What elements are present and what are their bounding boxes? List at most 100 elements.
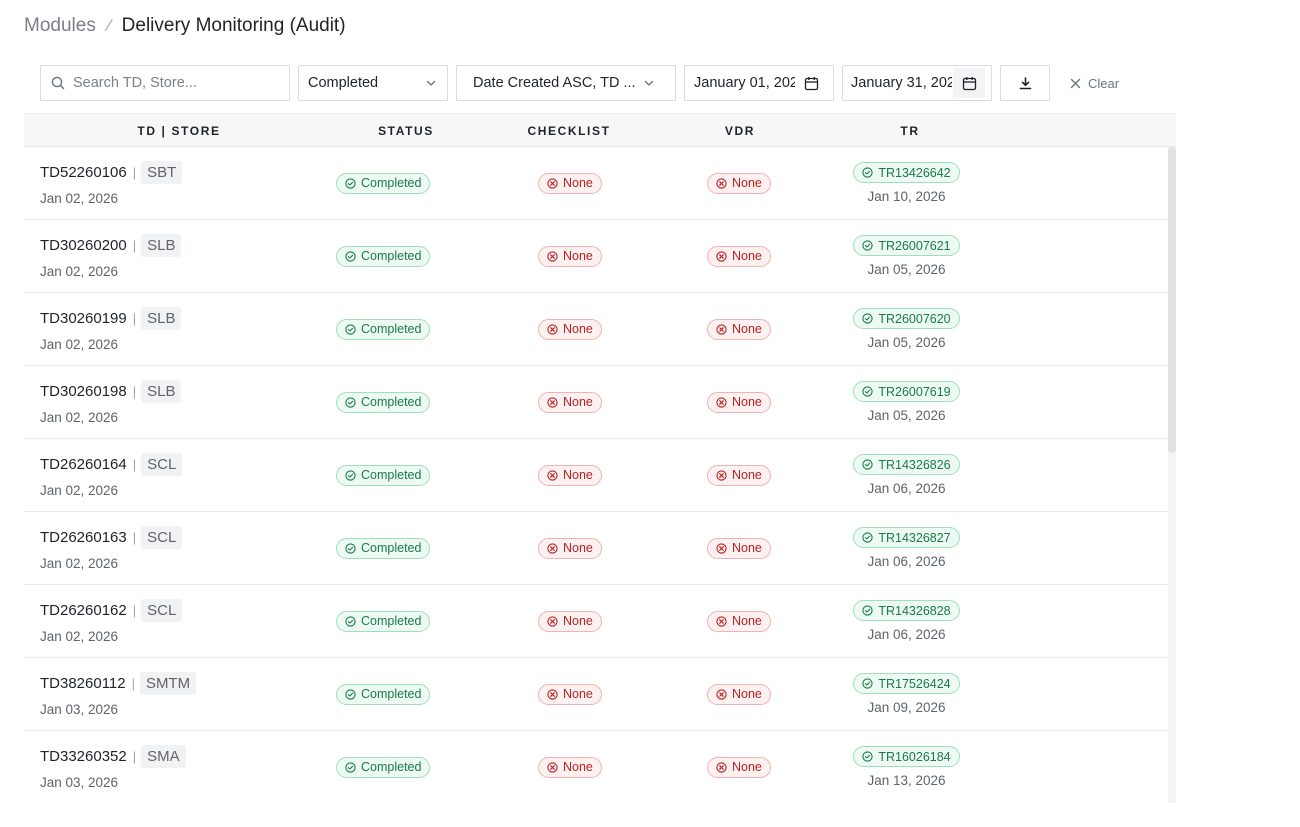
clear-filters-button[interactable]: Clear (1070, 65, 1119, 101)
column-header-td-store[interactable]: TD | STORE (24, 114, 334, 147)
checklist-cell: None (538, 366, 602, 438)
store-chip: SCL (141, 526, 183, 549)
check-circle-icon (345, 469, 356, 481)
store-chip: SMTM (140, 672, 197, 695)
chevron-down-icon (425, 77, 437, 89)
store-chip: SLB (141, 234, 182, 257)
search-box[interactable] (40, 65, 290, 101)
table-scrollbar[interactable] (1168, 147, 1176, 803)
td-number[interactable]: TD26260162 (40, 602, 127, 619)
tr-badge[interactable]: TR26007619 (853, 381, 960, 402)
table-row[interactable]: TD26260162 | SCL Jan 02, 2026 Completed … (24, 585, 1176, 658)
column-header-status[interactable]: STATUS (334, 114, 478, 147)
checklist-cell: None (538, 585, 602, 657)
td-number[interactable]: TD38260112 (40, 675, 126, 692)
vdr-badge: None (707, 172, 771, 194)
download-button[interactable] (1000, 65, 1050, 101)
sort-select[interactable]: Date Created ASC, TD ... (456, 65, 676, 101)
tr-date: Jan 05, 2026 (867, 408, 946, 423)
vdr-label: None (732, 541, 762, 555)
td-date: Jan 02, 2026 (40, 263, 119, 279)
td-number[interactable]: TD30260199 (40, 310, 127, 327)
tr-badge[interactable]: TR26007620 (853, 308, 960, 329)
x-circle-icon (547, 323, 558, 335)
table-row[interactable]: TD33260352 | SMA Jan 03, 2026 Completed … (24, 731, 1176, 803)
tr-date: Jan 05, 2026 (867, 335, 946, 350)
breadcrumb-modules-link[interactable]: Modules (24, 15, 96, 37)
tr-number: TR14326827 (878, 530, 951, 545)
checklist-badge: None (538, 245, 602, 267)
tr-cell: TR17526424 Jan 09, 2026 (853, 658, 960, 730)
vdr-badge: None (707, 391, 771, 413)
store-chip: SMA (141, 745, 186, 768)
tr-cell: TR14326827 Jan 06, 2026 (853, 512, 960, 584)
x-circle-icon (547, 542, 558, 554)
tr-badge[interactable]: TR16026184 (853, 746, 960, 767)
td-number[interactable]: TD52260106 (40, 164, 127, 181)
td-number[interactable]: TD30260200 (40, 237, 127, 254)
tr-cell: TR13426642 Jan 10, 2026 (853, 147, 960, 219)
td-number[interactable]: TD26260163 (40, 529, 127, 546)
column-header-vdr[interactable]: VDR (660, 114, 820, 147)
delivery-table: TD | STORE STATUS CHECKLIST VDR TR TD522… (24, 113, 1176, 803)
checklist-label: None (563, 687, 593, 701)
vdr-label: None (732, 395, 762, 409)
calendar-icon[interactable] (804, 76, 819, 91)
checklist-label: None (563, 541, 593, 555)
tr-badge[interactable]: TR14326827 (853, 527, 960, 548)
x-circle-icon (716, 250, 727, 262)
tr-date: Jan 06, 2026 (867, 554, 946, 569)
td-number[interactable]: TD26260164 (40, 456, 127, 473)
table-row[interactable]: TD52260106 | SBT Jan 02, 2026 Completed … (24, 147, 1176, 220)
status-filter-select[interactable]: Completed (298, 65, 448, 101)
end-date-picker[interactable]: January 31, 2026 (842, 65, 992, 101)
table-row[interactable]: TD38260112 | SMTM Jan 03, 2026 Completed… (24, 658, 1176, 731)
vdr-badge: None (707, 756, 771, 778)
td-date: Jan 02, 2026 (40, 555, 119, 571)
start-date-picker[interactable]: January 01, 2026 (684, 65, 834, 101)
start-date-value: January 01, 2026 (694, 75, 795, 91)
tr-date: Jan 10, 2026 (867, 189, 946, 204)
search-input[interactable] (73, 75, 273, 91)
td-number[interactable]: TD30260198 (40, 383, 127, 400)
status-cell: Completed (336, 512, 431, 584)
search-icon (51, 76, 65, 90)
table-row[interactable]: TD26260164 | SCL Jan 02, 2026 Completed … (24, 439, 1176, 512)
checklist-cell: None (538, 512, 602, 584)
column-header-tr[interactable]: TR (820, 114, 1000, 147)
check-circle-icon (862, 313, 874, 324)
check-circle-icon (345, 323, 356, 335)
td-store-cell: TD30260198 | SLB Jan 02, 2026 (40, 366, 182, 438)
td-store-cell: TD26260164 | SCL Jan 02, 2026 (40, 439, 183, 511)
td-number[interactable]: TD33260352 (40, 748, 127, 765)
tr-badge[interactable]: TR13426642 (853, 162, 960, 183)
checklist-badge: None (538, 172, 602, 194)
check-circle-icon (345, 177, 356, 189)
check-circle-icon (862, 240, 874, 251)
check-circle-icon (862, 751, 874, 762)
vdr-cell: None (707, 220, 771, 292)
end-date-value: January 31, 2026 (851, 75, 952, 91)
x-circle-icon (716, 469, 727, 481)
tr-badge[interactable]: TR14326828 (853, 600, 960, 621)
tr-number: TR26007619 (878, 384, 951, 399)
status-cell: Completed (336, 220, 431, 292)
scrollbar-thumb[interactable] (1168, 147, 1176, 453)
x-circle-icon (547, 177, 558, 189)
column-header-checklist[interactable]: CHECKLIST (478, 114, 660, 147)
calendar-icon[interactable] (953, 68, 985, 98)
tr-badge[interactable]: TR14326826 (853, 454, 960, 475)
vdr-label: None (732, 468, 762, 482)
tr-badge[interactable]: TR26007621 (853, 235, 960, 256)
table-row[interactable]: TD26260163 | SCL Jan 02, 2026 Completed … (24, 512, 1176, 585)
vdr-cell: None (707, 147, 771, 219)
status-label: Completed (361, 541, 422, 555)
store-chip: SCL (141, 599, 183, 622)
checklist-badge: None (538, 464, 602, 486)
table-row[interactable]: TD30260198 | SLB Jan 02, 2026 Completed … (24, 366, 1176, 439)
tr-badge[interactable]: TR17526424 (853, 673, 960, 694)
table-row[interactable]: TD30260200 | SLB Jan 02, 2026 Completed … (24, 220, 1176, 293)
table-row[interactable]: TD30260199 | SLB Jan 02, 2026 Completed … (24, 293, 1176, 366)
status-badge: Completed (336, 610, 431, 632)
status-cell: Completed (336, 366, 431, 438)
